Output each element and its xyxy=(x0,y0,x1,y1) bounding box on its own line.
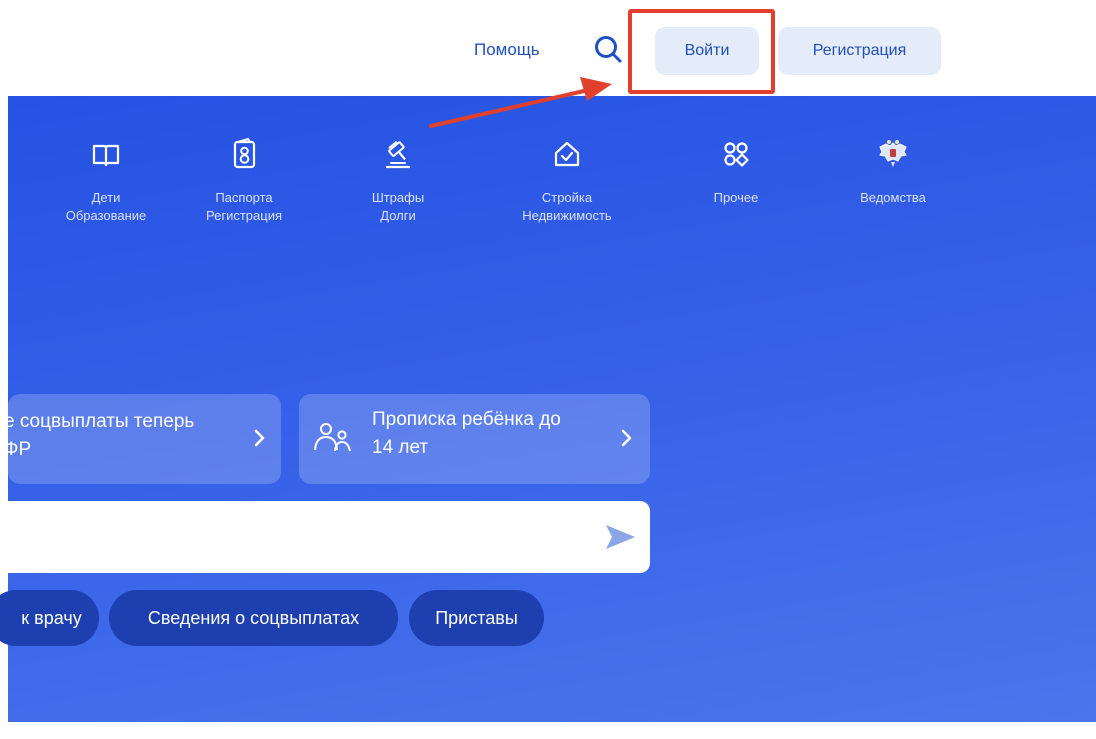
promo-text-line1: е соцвыплаты теперь xyxy=(4,411,195,432)
register-button[interactable]: Регистрация xyxy=(778,27,941,75)
category-fines-debts[interactable]: Штрафы Долги xyxy=(323,137,473,225)
login-button[interactable]: Войти xyxy=(655,27,759,75)
chip-label: к врачу xyxy=(21,607,82,628)
category-label-line1: Дети xyxy=(91,190,121,205)
category-label-line1: Паспорта xyxy=(215,190,273,205)
category-label-line2: Регистрация xyxy=(206,208,282,223)
send-icon[interactable] xyxy=(602,521,638,553)
category-passports-registration[interactable]: Паспорта Регистрация xyxy=(169,137,319,225)
promo-text-line2: ФР xyxy=(4,439,32,460)
category-construction-realty[interactable]: Стройка Недвижимость xyxy=(492,137,642,225)
passport-icon xyxy=(227,137,261,171)
gavel-icon xyxy=(381,137,415,171)
category-label-line1: Ведомства xyxy=(860,190,926,205)
people-icon xyxy=(313,420,355,459)
promo-card-social-payments[interactable]: е соцвыплаты теперь ФР xyxy=(4,394,281,484)
promo-text-line1: Прописка ребёнка до xyxy=(372,409,561,430)
service-search-input[interactable] xyxy=(8,501,588,573)
chip-social-payments[interactable]: Сведения о соцвыплатах xyxy=(109,590,398,646)
search-icon[interactable] xyxy=(592,33,626,67)
chip-label: Приставы xyxy=(435,607,518,628)
category-children-education[interactable]: Дети Образование xyxy=(31,137,181,225)
site-header: Помощь Войти Регистрация xyxy=(0,0,1096,96)
chevron-right-icon xyxy=(617,424,637,452)
service-search-bar xyxy=(8,501,650,573)
promo-text-line2: 14 лет xyxy=(372,437,429,458)
help-link[interactable]: Помощь xyxy=(474,40,540,60)
category-label-line2: Недвижимость xyxy=(522,208,612,223)
coat-of-arms-icon xyxy=(876,137,910,171)
category-departments[interactable]: Ведомства xyxy=(818,137,968,207)
category-label-line1: Стройка xyxy=(541,190,593,205)
chevron-right-icon xyxy=(250,424,270,452)
house-icon xyxy=(550,137,584,171)
category-label-line1: Штрафы xyxy=(371,190,425,205)
category-label-line2: Долги xyxy=(380,208,416,223)
chip-label: Сведения о соцвыплатах xyxy=(147,607,360,628)
page-bottom-strip xyxy=(0,722,1096,739)
category-label-line1: Прочее xyxy=(713,190,759,205)
promo-card-child-registration[interactable]: Прописка ребёнка до 14 лет xyxy=(299,394,650,484)
category-other[interactable]: Прочее xyxy=(661,137,811,207)
category-label-line2: Образование xyxy=(65,208,147,223)
chip-doctor[interactable]: к врачу xyxy=(0,590,99,646)
chip-bailiffs[interactable]: Приставы xyxy=(409,590,544,646)
grid-icon xyxy=(719,137,753,171)
book-icon xyxy=(89,137,123,171)
